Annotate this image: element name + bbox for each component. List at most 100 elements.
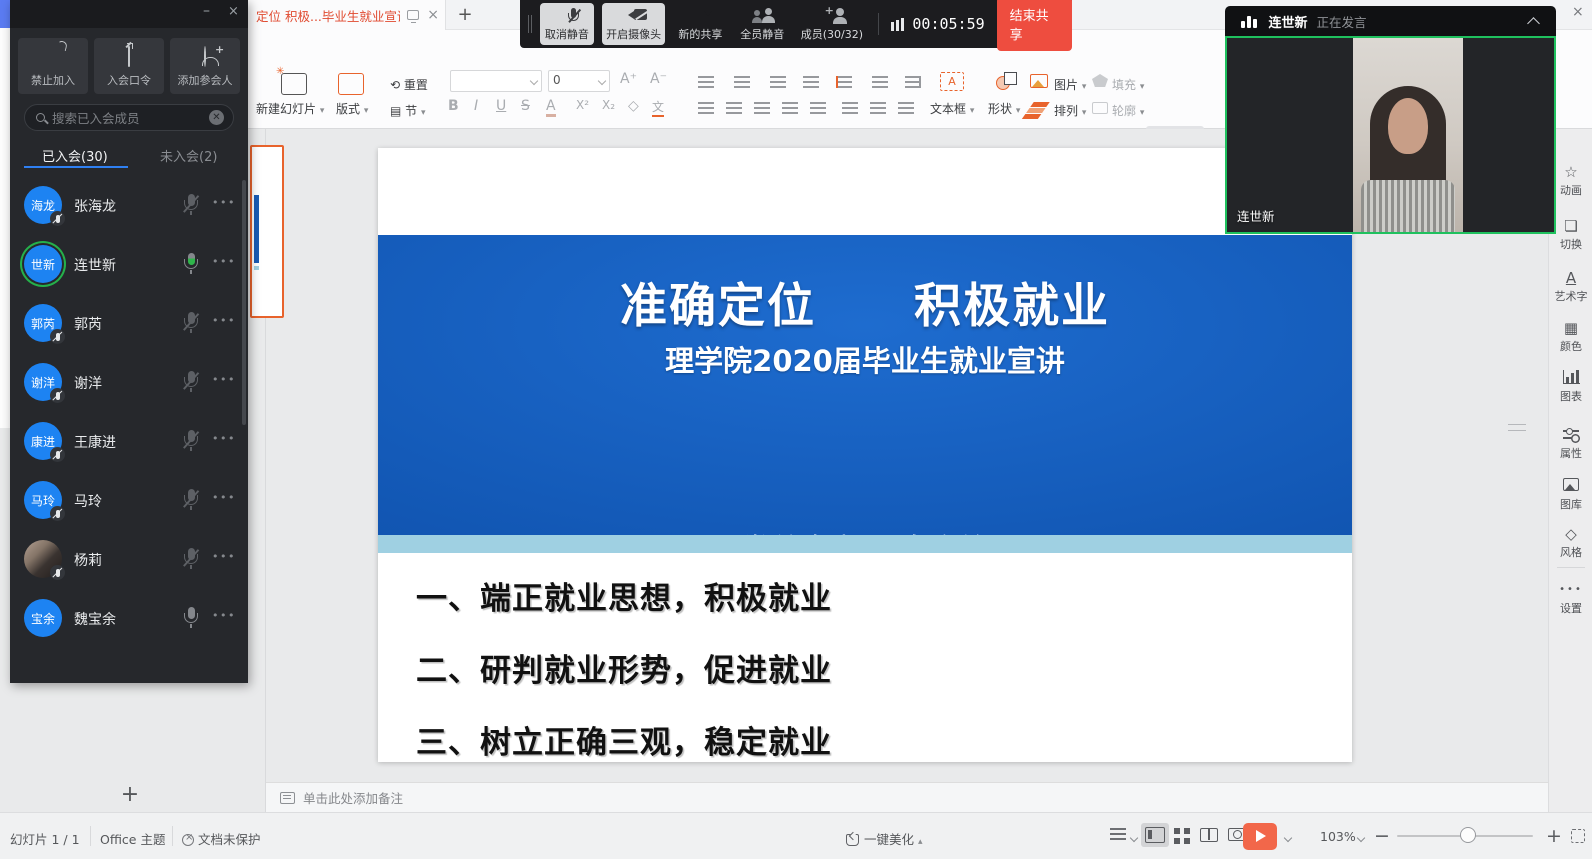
superscript-button[interactable]: X²: [576, 98, 589, 112]
fill-icon[interactable]: [1092, 74, 1108, 87]
more-options-button[interactable]: •••: [212, 314, 236, 327]
picture-icon[interactable]: [1030, 74, 1048, 88]
outline-icon[interactable]: [1092, 102, 1108, 114]
drag-handle[interactable]: [528, 15, 532, 33]
layout-button[interactable]: 版式 ▾: [336, 100, 368, 117]
increase-indent-icon[interactable]: [803, 76, 819, 88]
chevron-down-icon[interactable]: [1357, 834, 1365, 842]
beautify-button[interactable]: 一键美化 ▴: [846, 829, 923, 848]
strike-button[interactable]: S: [521, 98, 530, 114]
zoom-out-button[interactable]: −: [1374, 825, 1390, 847]
picture-button[interactable]: 图片 ▾: [1054, 76, 1086, 93]
textbox-button[interactable]: 文本框 ▾: [930, 100, 974, 117]
minimize-button[interactable]: –: [203, 3, 210, 19]
outline-button[interactable]: 轮廓 ▾: [1112, 102, 1144, 119]
close-button[interactable]: ×: [228, 4, 239, 19]
bullet-list-icon[interactable]: [698, 76, 714, 88]
window-close-button[interactable]: ×: [1572, 4, 1584, 20]
forbid-join-button[interactable]: 禁止加入: [18, 38, 88, 94]
shrink-font-button[interactable]: A⁻: [650, 71, 667, 87]
numbered-list-icon[interactable]: [734, 76, 750, 88]
mic-icon[interactable]: [182, 489, 200, 511]
slide-canvas[interactable]: 准确定位 积极就业 理学院2020届毕业生就业宣讲 党总支书记 白启钧 2020…: [378, 148, 1352, 762]
video-panel-header[interactable]: 连世新 正在发言: [1225, 6, 1556, 36]
new-share-button[interactable]: 新的共享: [673, 3, 727, 45]
zoom-slider-thumb[interactable]: [1460, 827, 1476, 843]
layout-icon[interactable]: [338, 73, 364, 95]
more-options-button[interactable]: •••: [212, 255, 236, 268]
clear-search-icon[interactable]: ✕: [209, 110, 224, 125]
phonetic-button[interactable]: 文: [652, 98, 664, 117]
italic-button[interactable]: I: [474, 98, 478, 114]
align-center-icon[interactable]: [726, 102, 742, 114]
mic-icon[interactable]: [182, 253, 200, 275]
more-options-button[interactable]: •••: [212, 196, 236, 209]
font-color-button[interactable]: A: [546, 98, 556, 117]
sidebar-item-colors[interactable]: ▦ 颜色: [1549, 319, 1592, 354]
line-spacing-up-icon[interactable]: [842, 102, 858, 114]
theme-label[interactable]: Office 主题: [100, 829, 165, 848]
tab-close-icon[interactable]: ×: [427, 7, 439, 23]
sidebar-item-wordart[interactable]: A 艺术字: [1549, 269, 1592, 304]
bold-button[interactable]: B: [448, 98, 459, 114]
shapes-button[interactable]: 形状 ▾: [988, 100, 1020, 117]
more-options-button[interactable]: •••: [212, 550, 236, 563]
mic-icon[interactable]: [182, 607, 200, 629]
align-right-icon[interactable]: [754, 102, 770, 114]
mic-icon[interactable]: [182, 312, 200, 334]
camera-on-button[interactable]: 开启摄像头: [602, 3, 665, 45]
line-spacing-icon[interactable]: [898, 102, 914, 114]
decrease-indent-icon[interactable]: [770, 76, 786, 88]
participant-row[interactable]: 郭芮 郭芮 •••: [10, 294, 248, 353]
scrollbar[interactable]: [242, 180, 246, 425]
document-tab[interactable]: 定位 积极...毕业生就业宣讲 ×: [246, 0, 446, 30]
end-share-button[interactable]: 结束共享: [997, 0, 1072, 51]
new-tab-button[interactable]: +: [452, 2, 478, 28]
play-slideshow-button[interactable]: [1243, 823, 1277, 850]
zoom-level[interactable]: 103%: [1320, 829, 1356, 844]
meeting-code-button[interactable]: 入会口令: [94, 38, 164, 94]
add-participant-button[interactable]: 添加参会人: [170, 38, 240, 94]
align-left-icon[interactable]: [698, 102, 714, 114]
participant-row[interactable]: 世新 连世新 •••: [10, 235, 248, 294]
underline-button[interactable]: U: [496, 98, 506, 114]
chevron-down-icon[interactable]: [1284, 834, 1292, 842]
sidebar-item-style[interactable]: ◇ 风格: [1549, 525, 1592, 560]
font-size-combo[interactable]: 0: [548, 70, 610, 92]
justify-icon[interactable]: [782, 102, 798, 114]
participant-row[interactable]: 宝余 魏宝余 •••: [10, 589, 248, 648]
sidebar-item-gallery[interactable]: 图库: [1549, 477, 1592, 512]
tab-joined[interactable]: 已入会(30): [42, 146, 108, 165]
sidebar-item-chart[interactable]: 图表: [1549, 369, 1592, 404]
outline-view-button[interactable]: [1110, 828, 1126, 840]
clear-format-button[interactable]: ◇: [628, 98, 639, 114]
members-button[interactable]: 成员(30/32): [797, 3, 866, 45]
more-options-button[interactable]: •••: [212, 491, 236, 504]
slide-sorter-button[interactable]: [1174, 828, 1190, 844]
more-options-button[interactable]: •••: [212, 609, 236, 622]
mute-all-button[interactable]: 全员静音: [735, 3, 789, 45]
new-slide-button[interactable]: 新建幻灯片 ▾: [256, 100, 324, 117]
section-button[interactable]: ▤ 节 ▾: [390, 102, 426, 119]
arrange-button[interactable]: 排列 ▾: [1054, 102, 1086, 119]
zoom-in-button[interactable]: +: [1546, 825, 1562, 847]
sidebar-item-settings[interactable]: ••• 设置: [1549, 581, 1592, 616]
new-slide-icon[interactable]: [281, 73, 307, 95]
collapse-chevron-icon[interactable]: [1527, 17, 1540, 30]
normal-view-button[interactable]: [1141, 823, 1169, 847]
add-slide-button[interactable]: +: [118, 783, 142, 807]
protection-status[interactable]: 文档未保护: [182, 829, 261, 848]
line-spacing-down-icon[interactable]: [870, 102, 886, 114]
search-input[interactable]: 搜索已入会成员 ✕: [24, 104, 234, 131]
mic-icon[interactable]: [182, 548, 200, 570]
mic-icon[interactable]: [182, 371, 200, 393]
shapes-icon[interactable]: [996, 76, 1010, 90]
mic-icon[interactable]: [182, 430, 200, 452]
participant-row[interactable]: 海龙 张海龙 •••: [10, 176, 248, 235]
video-feed[interactable]: 连世新: [1225, 36, 1556, 234]
distribute-icon[interactable]: [810, 102, 826, 114]
more-options-button[interactable]: •••: [212, 373, 236, 386]
font-name-combo[interactable]: [450, 70, 542, 92]
notes-bar[interactable]: 单击此处添加备注: [266, 782, 1548, 812]
arrange-icon[interactable]: [1030, 102, 1050, 107]
